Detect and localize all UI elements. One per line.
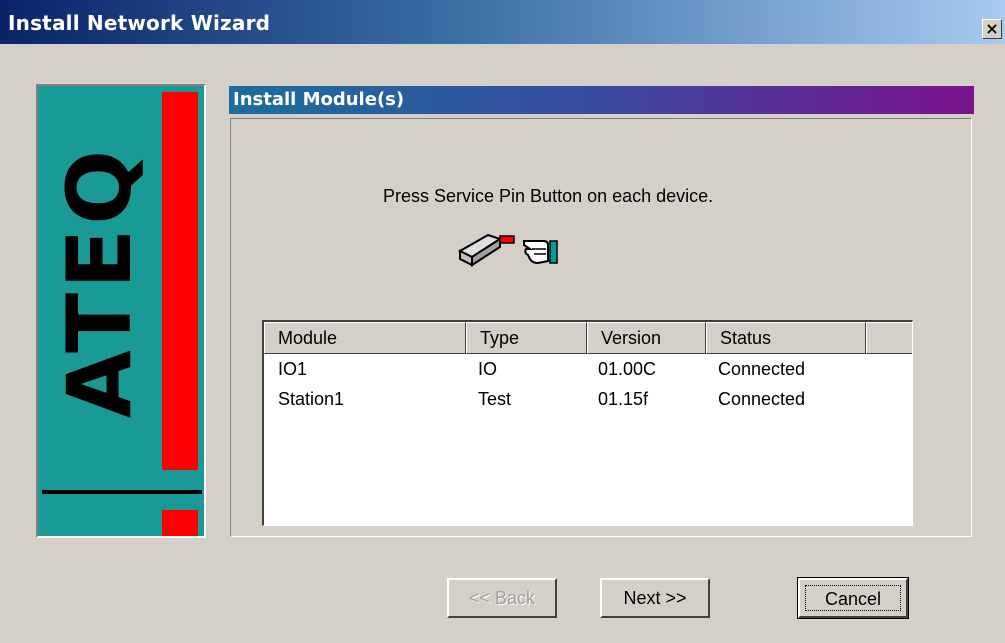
- instruction-text: Press Service Pin Button on each device.: [383, 186, 714, 206]
- cell-module: Station1: [278, 389, 345, 409]
- logo-black-line: [42, 490, 202, 494]
- cell-type: IO: [478, 359, 498, 379]
- column-header-module[interactable]: Module: [264, 322, 466, 354]
- column-header-filler: [866, 322, 912, 354]
- cell-status: Connected: [718, 389, 806, 409]
- ateq-logo: ATEQ: [36, 84, 206, 538]
- logo-brand-text: ATEQ: [48, 145, 151, 419]
- cell-status: Connected: [718, 359, 806, 379]
- cancel-button[interactable]: Cancel: [797, 577, 909, 619]
- logo-red-bar: [162, 92, 198, 470]
- column-header-status[interactable]: Status: [706, 322, 866, 354]
- pointing-hand-icon: [523, 240, 558, 265]
- column-header-version[interactable]: Version: [587, 322, 706, 354]
- cell-version: 01.00C: [598, 359, 657, 379]
- service-pin-device-icon: [458, 233, 558, 267]
- title-bar: Install Network Wizard: [0, 0, 1005, 44]
- window-title: Install Network Wizard: [8, 11, 271, 35]
- cancel-button-label: Cancel: [805, 585, 901, 611]
- logo-red-square: [162, 510, 198, 536]
- back-button[interactable]: << Back: [447, 578, 557, 618]
- close-button[interactable]: ×: [982, 19, 1002, 39]
- panel-header: Install Module(s): [229, 86, 974, 114]
- module-list[interactable]: Module Type Version Status IO1 IO 01.00C…: [262, 320, 913, 526]
- cell-version: 01.15f: [598, 389, 649, 409]
- next-button[interactable]: Next >>: [600, 578, 710, 618]
- cell-type: Test: [478, 389, 512, 409]
- column-header-type[interactable]: Type: [466, 322, 587, 354]
- cell-module: IO1: [278, 359, 308, 379]
